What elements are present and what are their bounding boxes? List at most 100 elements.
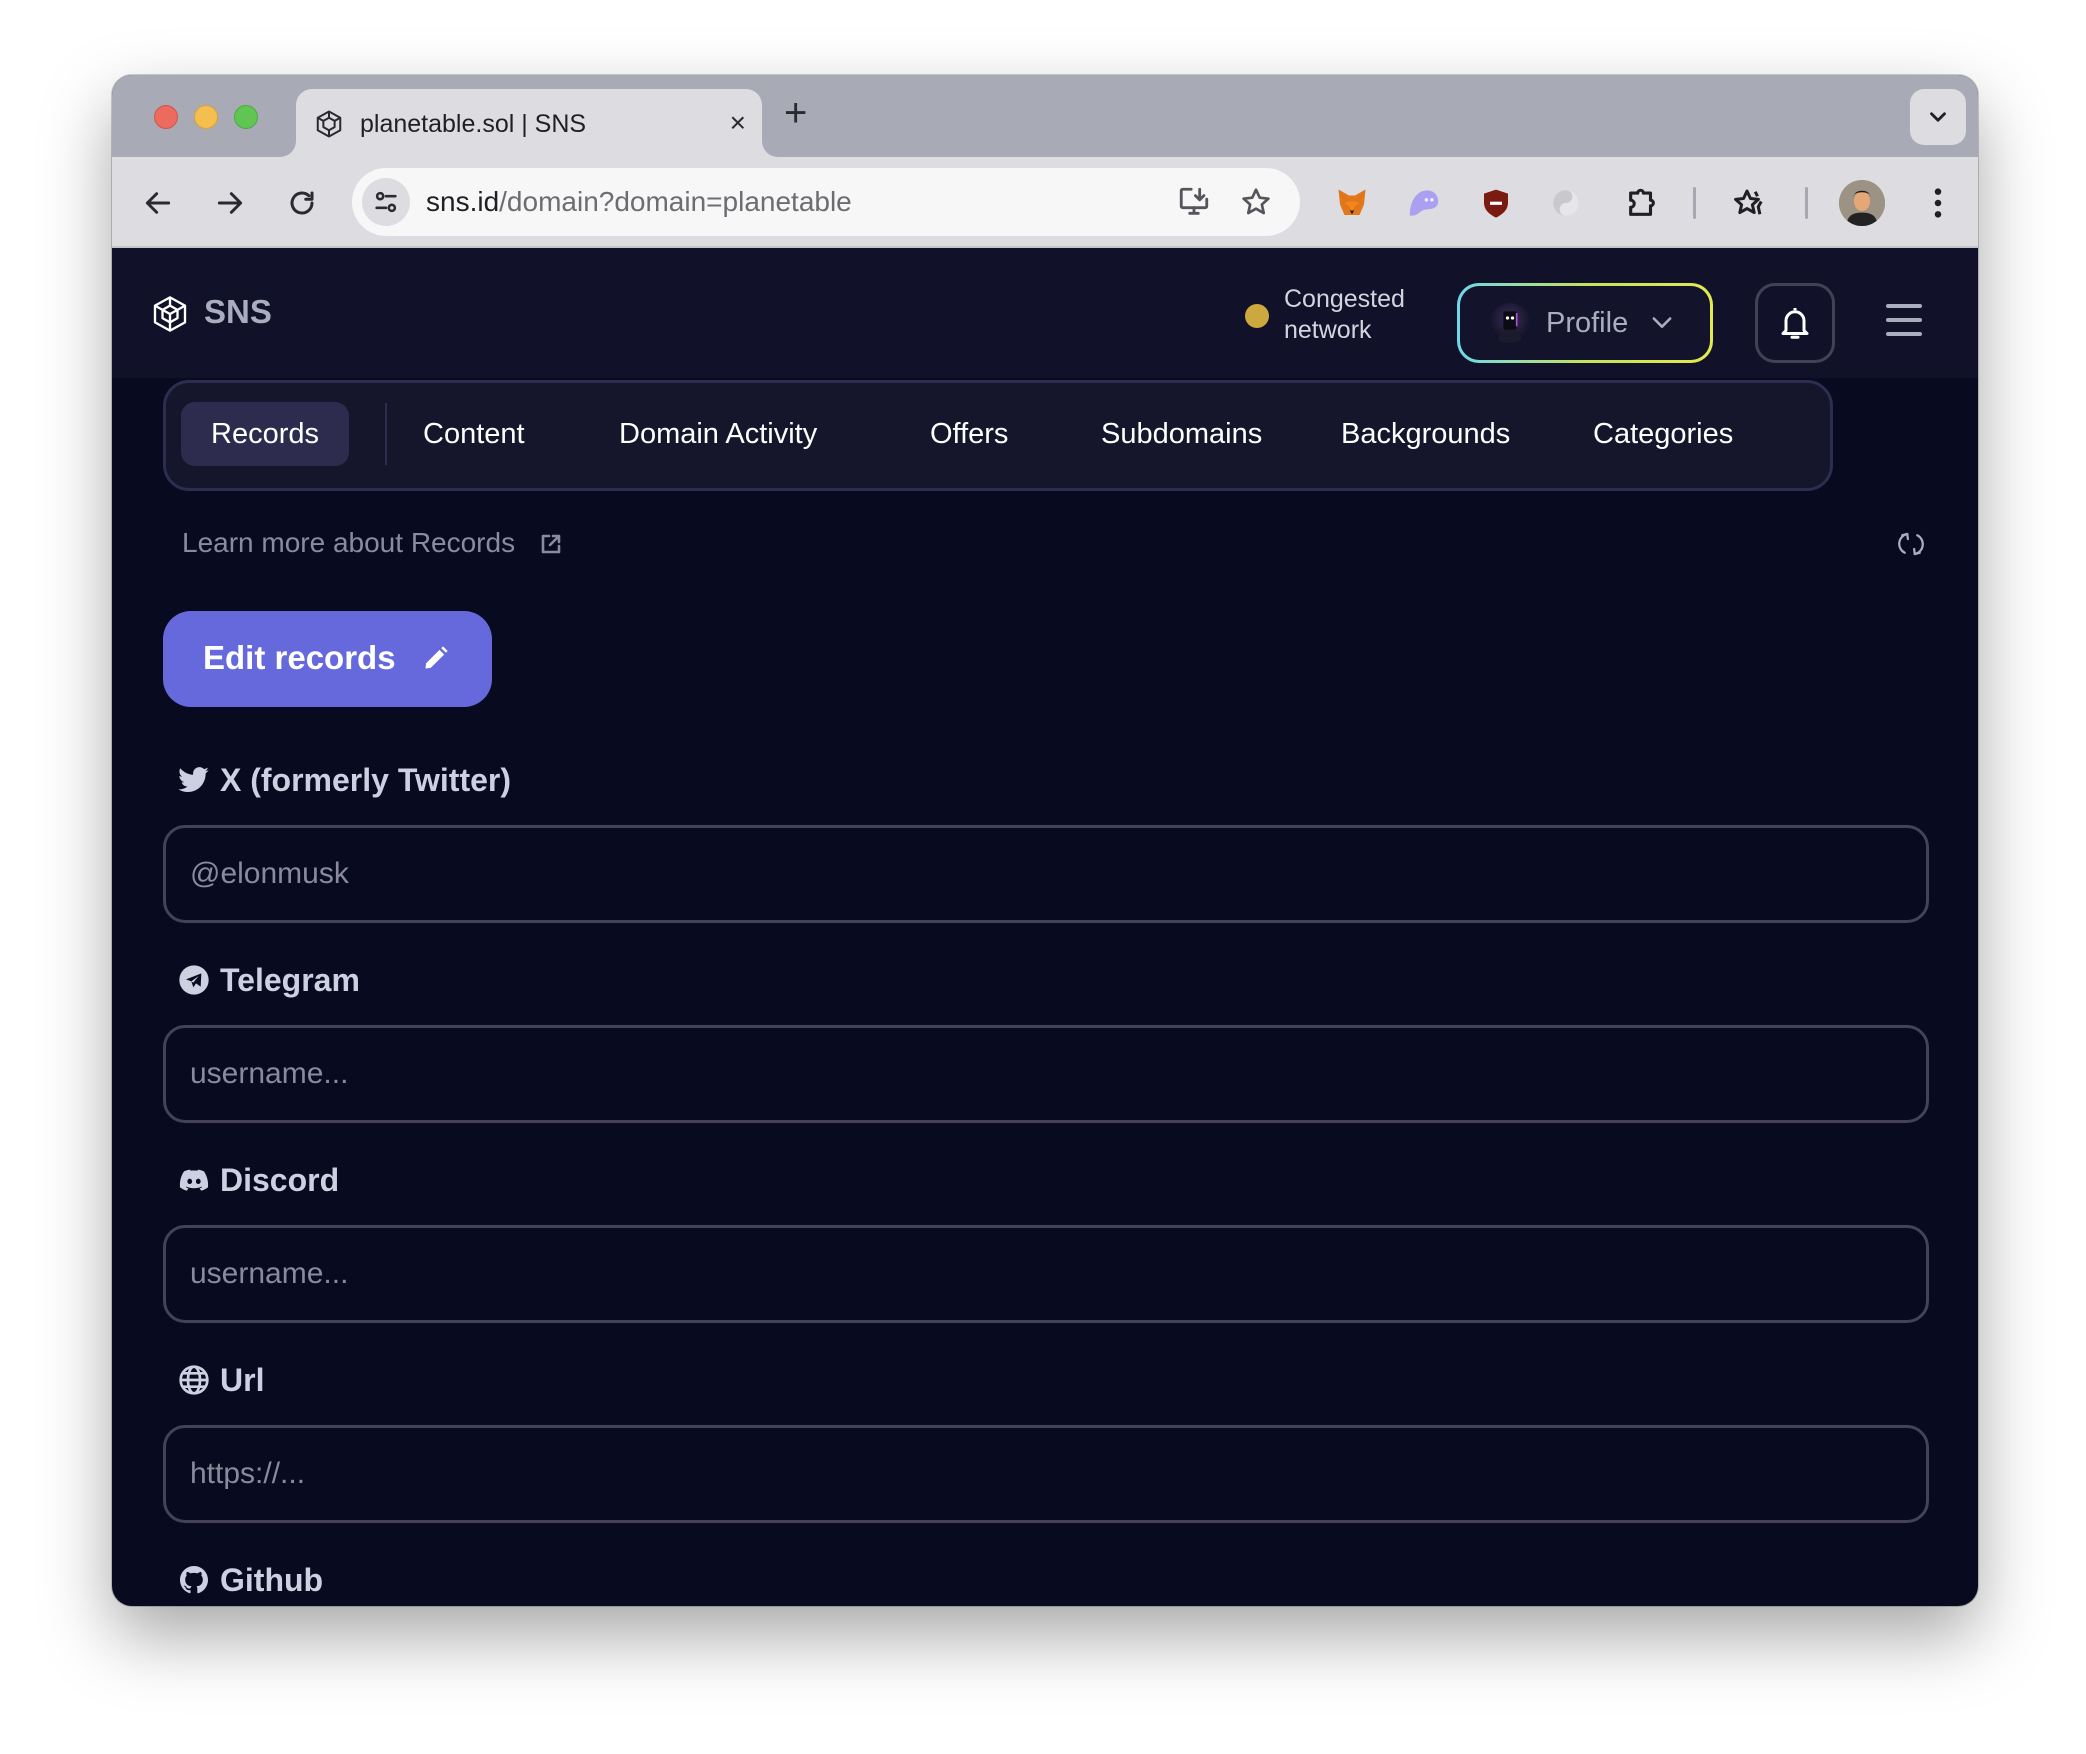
menu-line: [1886, 304, 1922, 308]
learn-more-link[interactable]: Learn more about Records: [182, 525, 515, 561]
logo-text[interactable]: SNS: [204, 292, 272, 332]
bell-icon: [1781, 308, 1809, 339]
address-bar[interactable]: sns.id/domain?domain=planetable: [352, 168, 1300, 236]
field-label-text: Github: [220, 1562, 324, 1598]
tune-icon: [375, 191, 397, 213]
notifications-button[interactable]: [1755, 283, 1835, 363]
url-path: /domain?domain=planetable: [499, 186, 852, 217]
url-text[interactable]: sns.id/domain?domain=planetable: [426, 185, 852, 219]
telegram-icon: [179, 965, 209, 995]
profile-avatar: [1490, 303, 1530, 343]
profile-avatar-button[interactable]: [1839, 180, 1885, 226]
tab-backgrounds[interactable]: Backgrounds: [1341, 402, 1510, 466]
edit-records-label: Edit records: [203, 639, 396, 676]
edit-records-button[interactable]: Edit records: [163, 611, 492, 707]
shield-blocker-extension[interactable]: [1474, 181, 1518, 225]
field-label-github: Github: [178, 1560, 323, 1600]
tab-strip: planetable.sol | SNS × +: [112, 75, 1978, 157]
metamask-icon: [1338, 189, 1366, 215]
twitter-input[interactable]: [163, 825, 1929, 923]
tab-close-icon[interactable]: ×: [730, 107, 746, 139]
discord-icon: [179, 1169, 209, 1191]
tab-categories[interactable]: Categories: [1593, 402, 1733, 466]
field-label-url: Url: [178, 1360, 264, 1400]
bookmark-star-button[interactable]: [1238, 184, 1274, 220]
extensions-button[interactable]: [1620, 181, 1664, 225]
browser-tab-active[interactable]: planetable.sol | SNS ×: [296, 89, 762, 157]
refresh-icon[interactable]: [1896, 528, 1926, 560]
profile-button-body: Profile: [1460, 286, 1710, 360]
new-tab-button[interactable]: +: [784, 91, 807, 135]
phantom-extension[interactable]: [1402, 181, 1446, 225]
domain-tabs-nav: Records Content Domain Activity Offers S…: [163, 380, 1833, 491]
metamask-extension[interactable]: [1330, 181, 1374, 225]
shield-blocker-icon: [1484, 189, 1508, 218]
hamburger-menu-button[interactable]: [1884, 300, 1924, 340]
profile-label: Profile: [1546, 307, 1629, 339]
browser-window: planetable.sol | SNS × + sns.id/domain?d…: [112, 75, 1978, 1606]
forward-button[interactable]: [210, 183, 250, 223]
tab-title: planetable.sol | SNS: [360, 110, 587, 138]
field-label-text: X (formerly Twitter): [220, 762, 511, 798]
chevron-down-icon: [1930, 112, 1946, 122]
menu-line: [1886, 332, 1922, 336]
install-app-icon: [1179, 187, 1209, 215]
puzzle-extensions-icon: [1629, 188, 1655, 216]
tab-search-button[interactable]: [1910, 89, 1966, 145]
phantom-icon: [1409, 190, 1439, 216]
tab-divider: [385, 403, 387, 465]
discord-input[interactable]: [163, 1225, 1929, 1323]
tab-records[interactable]: Records: [181, 402, 349, 466]
network-status: Congested network: [1284, 284, 1405, 346]
browser-menu-button[interactable]: [1916, 181, 1960, 225]
field-label-discord: Discord: [178, 1160, 339, 1200]
toolbar-separator: [1693, 187, 1696, 219]
reload-button[interactable]: [282, 183, 322, 223]
tab-offers[interactable]: Offers: [930, 402, 1008, 466]
network-status-dot: [1245, 304, 1269, 328]
pencil-icon: [425, 646, 448, 669]
telegram-input[interactable]: [163, 1025, 1929, 1123]
arrow-right-icon: [217, 192, 243, 214]
gray-swirl-extension[interactable]: [1544, 181, 1588, 225]
network-status-line2: network: [1284, 316, 1372, 344]
url-host: sns.id: [426, 186, 500, 217]
github-icon: [180, 1566, 208, 1594]
tab-content[interactable]: Content: [423, 402, 525, 466]
reload-icon: [290, 191, 314, 215]
profile-dropdown-button[interactable]: Profile: [1457, 283, 1713, 363]
external-link-icon[interactable]: [539, 532, 563, 556]
gray-swirl-icon: [1553, 190, 1579, 216]
browser-toolbar: sns.id/domain?domain=planetable: [112, 157, 1978, 248]
url-input[interactable]: [163, 1425, 1929, 1523]
bookmarks-star-icon: [1734, 189, 1763, 215]
globe-icon: [179, 1365, 209, 1395]
sns-favicon-icon: [316, 110, 342, 138]
star-outline-icon: [1242, 188, 1270, 215]
more-vertical-icon: [1934, 188, 1942, 218]
bookmarks-button[interactable]: [1728, 181, 1772, 225]
field-label-twitter: X (formerly Twitter): [178, 760, 511, 800]
field-label-text: Telegram: [220, 962, 360, 998]
tab-domain-activity[interactable]: Domain Activity: [619, 402, 817, 466]
install-app-button[interactable]: [1176, 184, 1212, 220]
network-status-line1: Congested: [1284, 285, 1405, 313]
minimize-window-button[interactable]: [194, 105, 218, 129]
user-avatar-icon: [1839, 180, 1885, 226]
field-label-text: Url: [220, 1362, 265, 1398]
field-label-text: Discord: [220, 1162, 340, 1198]
maximize-window-button[interactable]: [234, 105, 258, 129]
sns-logo-icon[interactable]: [150, 293, 190, 335]
chevron-down-icon: [1652, 317, 1672, 328]
robot-avatar-icon: [1498, 311, 1522, 343]
toolbar-separator: [1805, 187, 1808, 219]
back-button[interactable]: [138, 183, 178, 223]
tab-subdomains[interactable]: Subdomains: [1101, 402, 1262, 466]
menu-line: [1886, 318, 1922, 322]
close-window-button[interactable]: [154, 105, 178, 129]
arrow-left-icon: [145, 192, 171, 214]
site-settings-button[interactable]: [362, 178, 410, 226]
app-header: SNS Congested network Profile: [112, 248, 1978, 378]
field-label-telegram: Telegram: [178, 960, 360, 1000]
twitter-icon: [178, 767, 209, 792]
